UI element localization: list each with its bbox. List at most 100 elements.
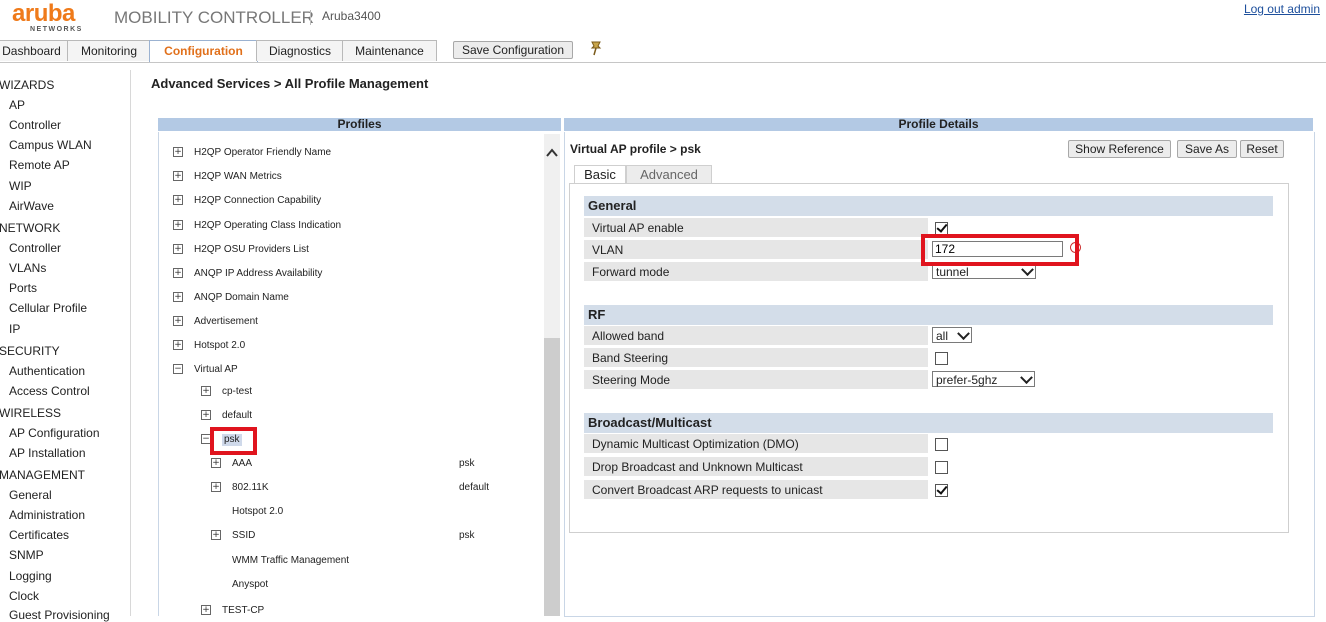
nav-item-remote-ap[interactable]: Remote AP — [9, 158, 70, 172]
expand-icon[interactable]: + — [201, 605, 211, 615]
tree-item-hotspot-2-0[interactable]: Hotspot 2.0 — [194, 340, 245, 352]
logout-link[interactable]: Log out admin — [1244, 2, 1320, 16]
label-drop-broadcast: Drop Broadcast and Unknown Multicast — [584, 457, 928, 477]
forward-mode-value: tunnel — [936, 265, 969, 279]
tab-diagnostics[interactable]: Diagnostics — [256, 40, 344, 61]
pin-icon[interactable] — [589, 40, 603, 56]
collapse-icon[interactable]: − — [201, 434, 211, 444]
section-rf: RF — [584, 305, 1273, 325]
nav-section-management: MANAGEMENT — [0, 468, 86, 482]
save-as-button[interactable]: Save As — [1177, 140, 1237, 158]
expand-icon[interactable]: + — [173, 171, 183, 181]
nav-item-clock[interactable]: Clock — [9, 589, 39, 603]
tree-item-psk-selected[interactable]: psk — [222, 434, 242, 446]
expand-icon[interactable]: + — [211, 530, 221, 540]
nav-item-administration[interactable]: Administration — [9, 508, 85, 522]
label-band-steering: Band Steering — [584, 348, 928, 368]
tree-item-test-cp[interactable]: TEST-CP — [222, 605, 264, 617]
convert-arp-checkbox[interactable] — [935, 484, 948, 497]
drop-broadcast-checkbox[interactable] — [935, 461, 948, 474]
label-vlan: VLAN — [584, 240, 928, 260]
nav-item-logging[interactable]: Logging — [9, 569, 52, 583]
nav-item-vlans[interactable]: VLANs — [9, 261, 46, 275]
nav-item-wizard-ap[interactable]: AP — [9, 98, 25, 112]
expand-icon[interactable]: + — [173, 244, 183, 254]
expand-icon[interactable]: + — [173, 195, 183, 205]
logo-wordmark: aruba — [12, 0, 75, 27]
scroll-up-icon[interactable] — [544, 146, 560, 160]
tree-item-anqp-ip-address-availability[interactable]: ANQP IP Address Availability — [194, 268, 322, 280]
nav-item-certificates[interactable]: Certificates — [9, 528, 69, 542]
vlan-input[interactable] — [932, 241, 1063, 257]
row-steering-mode: Steering Mode prefer-5ghz — [584, 370, 1273, 390]
profiles-scrollbar[interactable] — [544, 134, 560, 616]
tab-maintenance[interactable]: Maintenance — [342, 40, 437, 61]
steering-mode-select[interactable]: prefer-5ghz — [932, 371, 1035, 387]
nav-item-snmp[interactable]: SNMP — [9, 548, 44, 562]
label-allowed-band: Allowed band — [584, 326, 928, 346]
collapse-icon[interactable]: − — [173, 364, 183, 374]
show-reference-button[interactable]: Show Reference — [1068, 140, 1171, 158]
label-virtual-ap-enable: Virtual AP enable — [584, 218, 928, 238]
allowed-band-select[interactable]: all — [932, 327, 972, 343]
virtual-ap-enable-checkbox[interactable] — [935, 222, 948, 235]
band-steering-checkbox[interactable] — [935, 352, 948, 365]
tab-monitoring[interactable]: Monitoring — [67, 40, 151, 61]
tab-basic[interactable]: Basic — [574, 165, 626, 184]
nav-item-ap-configuration[interactable]: AP Configuration — [9, 426, 100, 440]
tree-item-aaa[interactable]: AAA — [232, 458, 252, 470]
tab-advanced[interactable]: Advanced — [626, 165, 712, 184]
nav-item-network-controller[interactable]: Controller — [9, 241, 61, 255]
expand-icon[interactable]: + — [211, 458, 221, 468]
scroll-thumb[interactable] — [544, 338, 560, 616]
nav-item-wip[interactable]: WIP — [9, 179, 32, 193]
dmo-checkbox[interactable] — [935, 438, 948, 451]
nav-item-guest-provisioning[interactable]: Guest Provisioning — [9, 608, 110, 622]
tree-item-anyspot[interactable]: Anyspot — [232, 579, 268, 591]
nav-item-airwave[interactable]: AirWave — [9, 199, 54, 213]
expand-icon[interactable]: + — [173, 220, 183, 230]
tree-item-anqp-domain-name[interactable]: ANQP Domain Name — [194, 292, 289, 304]
tree-item-ssid[interactable]: SSID — [232, 530, 255, 542]
nav-item-wizard-controller[interactable]: Controller — [9, 118, 61, 132]
reset-button[interactable]: Reset — [1240, 140, 1284, 158]
expand-icon[interactable]: + — [173, 147, 183, 157]
nav-item-authentication[interactable]: Authentication — [9, 364, 85, 378]
nav-item-ip[interactable]: IP — [9, 322, 20, 336]
tree-item-vap-hotspot-2-0[interactable]: Hotspot 2.0 — [232, 506, 283, 518]
aruba-logo: aruba NETWORKS — [12, 0, 96, 34]
tree-item-cp-test[interactable]: cp-test — [222, 386, 252, 398]
tree-item-h2qp-connection-capability[interactable]: H2QP Connection Capability — [194, 195, 321, 207]
tree-item-advertisement[interactable]: Advertisement — [194, 316, 258, 328]
nav-item-ports[interactable]: Ports — [9, 281, 37, 295]
expand-icon[interactable]: + — [173, 292, 183, 302]
tree-item-802-11k[interactable]: 802.11K — [232, 482, 269, 494]
nav-item-cellular-profile[interactable]: Cellular Profile — [9, 301, 87, 315]
tree-item-virtual-ap[interactable]: Virtual AP — [194, 364, 238, 376]
tab-dashboard[interactable]: Dashboard — [0, 40, 69, 61]
tree-item-h2qp-osu-providers-list[interactable]: H2QP OSU Providers List — [194, 244, 309, 256]
save-configuration-button[interactable]: Save Configuration — [453, 41, 573, 59]
nav-item-campus-wlan[interactable]: Campus WLAN — [9, 138, 92, 152]
tree-item-h2qp-operating-class-indication[interactable]: H2QP Operating Class Indication — [194, 220, 341, 232]
expand-icon[interactable]: + — [173, 268, 183, 278]
tree-item-h2qp-operator-friendly-name[interactable]: H2QP Operator Friendly Name — [194, 147, 331, 159]
forward-mode-select[interactable]: tunnel — [932, 263, 1036, 279]
expand-icon[interactable]: + — [173, 340, 183, 350]
row-drop-broadcast: Drop Broadcast and Unknown Multicast — [584, 457, 1273, 477]
expand-icon[interactable]: + — [173, 316, 183, 326]
tab-configuration[interactable]: Configuration — [149, 40, 258, 63]
tree-item-wmm-traffic-management[interactable]: WMM Traffic Management — [232, 555, 349, 567]
nav-item-general[interactable]: General — [9, 488, 52, 502]
nav-item-access-control[interactable]: Access Control — [9, 384, 90, 398]
tree-item-default[interactable]: default — [222, 410, 252, 422]
expand-icon[interactable]: + — [201, 386, 211, 396]
profile-breadcrumb: Virtual AP profile > psk — [570, 142, 701, 156]
expand-icon[interactable]: + — [201, 410, 211, 420]
logo-subtitle: NETWORKS — [30, 26, 83, 33]
details-panel-header: Profile Details — [564, 118, 1313, 131]
expand-icon[interactable]: + — [211, 482, 221, 492]
tree-item-h2qp-wan-metrics[interactable]: H2QP WAN Metrics — [194, 171, 282, 183]
nav-item-ap-installation[interactable]: AP Installation — [9, 446, 86, 460]
row-vlan: VLAN i — [584, 240, 1273, 260]
